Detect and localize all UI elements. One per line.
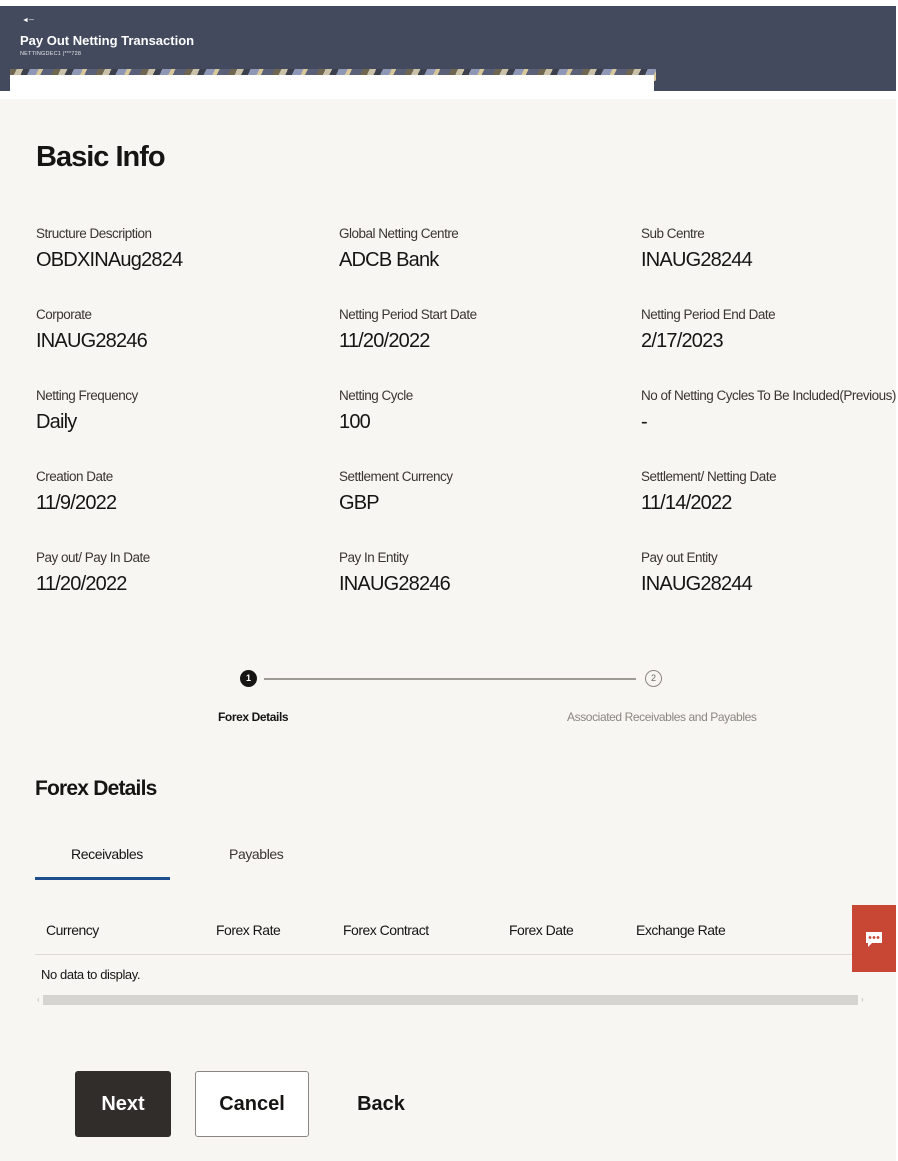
- field-value: INAUG28246: [36, 330, 148, 352]
- field-netting-period-end-date: Netting Period End Date 2/17/2023: [641, 307, 776, 353]
- field-value: GBP: [339, 492, 380, 514]
- field-label: Pay out Entity: [641, 550, 718, 565]
- field-label: Netting Period Start Date: [339, 307, 477, 322]
- header-pattern-overlay: [10, 75, 654, 91]
- field-label: Structure Description: [36, 226, 152, 241]
- next-button[interactable]: Next: [75, 1071, 171, 1137]
- field-value: OBDXINAug2824: [36, 249, 183, 271]
- field-settlement-currency: Settlement Currency GBP: [339, 469, 453, 515]
- column-header-forex-contract[interactable]: Forex Contract: [343, 922, 429, 938]
- stepper-connector-line: [264, 678, 636, 680]
- field-corporate: Corporate INAUG28246: [36, 307, 148, 353]
- field-label: Settlement/ Netting Date: [641, 469, 777, 484]
- field-value: -: [641, 411, 648, 433]
- step-2-indicator[interactable]: 2: [645, 670, 662, 687]
- step-2-label[interactable]: Associated Receivables and Payables: [567, 710, 757, 724]
- back-button[interactable]: Back: [340, 1071, 422, 1137]
- chat-icon: [866, 931, 882, 947]
- field-label: Corporate: [36, 307, 92, 322]
- field-creation-date: Creation Date 11/9/2022: [36, 469, 117, 515]
- horizontal-scrollbar[interactable]: [43, 995, 858, 1005]
- field-structure-description: Structure Description OBDXINAug2824: [36, 226, 183, 272]
- tab-payables[interactable]: Payables: [229, 846, 284, 862]
- column-header-exchange-rate[interactable]: Exchange Rate: [636, 922, 726, 938]
- field-netting-frequency: Netting Frequency Daily: [36, 388, 138, 434]
- field-sub-centre: Sub Centre INAUG28244: [641, 226, 753, 272]
- chat-button[interactable]: [852, 905, 896, 972]
- basic-info-title: Basic Info: [36, 141, 166, 173]
- field-value: Daily: [36, 411, 77, 433]
- field-value: 11/20/2022: [36, 573, 127, 595]
- field-label: Pay In Entity: [339, 550, 409, 565]
- field-value: 2/17/2023: [641, 330, 724, 352]
- step-1-indicator[interactable]: 1: [240, 670, 257, 687]
- page-title: Pay Out Netting Transaction: [20, 33, 195, 48]
- field-netting-period-start-date: Netting Period Start Date 11/20/2022: [339, 307, 477, 353]
- back-arrow-icon[interactable]: ◄─: [22, 17, 34, 24]
- field-value: 11/9/2022: [36, 492, 117, 514]
- field-label: Netting Period End Date: [641, 307, 776, 322]
- field-label: Pay out/ Pay In Date: [36, 550, 150, 565]
- field-netting-cycles-included: No of Netting Cycles To Be Included(Prev…: [641, 388, 896, 434]
- field-value: 11/14/2022: [641, 492, 732, 514]
- field-value: ADCB Bank: [339, 249, 439, 271]
- page-header: ◄─ Pay Out Netting Transaction NETTINGDE…: [0, 6, 896, 91]
- field-value: INAUG28246: [339, 573, 451, 595]
- field-label: Global Netting Centre: [339, 226, 459, 241]
- empty-table-message: No data to display.: [41, 967, 141, 982]
- field-global-netting-centre: Global Netting Centre ADCB Bank: [339, 226, 459, 272]
- field-pay-in-entity: Pay In Entity INAUG28246: [339, 550, 451, 596]
- main-panel: Basic Info Structure Description OBDXINA…: [0, 99, 896, 1161]
- field-label: No of Netting Cycles To Be Included(Prev…: [641, 388, 896, 403]
- field-label: Netting Frequency: [36, 388, 138, 403]
- field-settlement-netting-date: Settlement/ Netting Date 11/14/2022: [641, 469, 777, 515]
- column-header-forex-rate[interactable]: Forex Rate: [216, 922, 281, 938]
- column-header-currency[interactable]: Currency: [46, 922, 99, 938]
- field-value: 100: [339, 411, 371, 433]
- field-label: Settlement Currency: [339, 469, 453, 484]
- cancel-button[interactable]: Cancel: [195, 1071, 309, 1137]
- field-pay-out-entity: Pay out Entity INAUG28244: [641, 550, 753, 596]
- scroll-left-icon[interactable]: ‹: [37, 995, 40, 1004]
- table-header-divider: [35, 954, 860, 955]
- tab-receivables[interactable]: Receivables: [71, 846, 143, 862]
- active-tab-indicator: [35, 877, 170, 880]
- field-value: 11/20/2022: [339, 330, 430, 352]
- forex-details-title: Forex Details: [35, 777, 157, 800]
- field-value: INAUG28244: [641, 573, 753, 595]
- field-pay-out-pay-in-date: Pay out/ Pay In Date 11/20/2022: [36, 550, 150, 596]
- column-header-forex-date[interactable]: Forex Date: [509, 922, 574, 938]
- field-netting-cycle: Netting Cycle 100: [339, 388, 413, 434]
- field-value: INAUG28244: [641, 249, 753, 271]
- page-subtitle: NETTINGDEC1 |***728: [20, 51, 82, 57]
- field-label: Sub Centre: [641, 226, 705, 241]
- step-1-label[interactable]: Forex Details: [218, 710, 289, 724]
- field-label: Netting Cycle: [339, 388, 413, 403]
- scroll-right-icon[interactable]: ›: [861, 995, 864, 1004]
- field-label: Creation Date: [36, 469, 113, 484]
